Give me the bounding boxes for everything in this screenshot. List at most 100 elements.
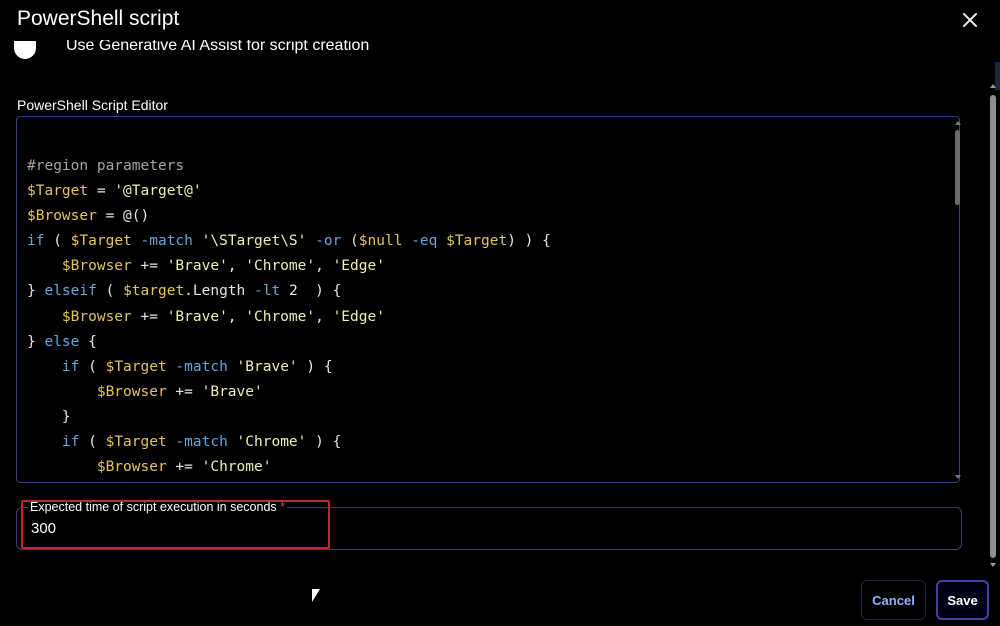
code-token-str: 'Edge': [332, 258, 385, 275]
code-token-var: $Target: [105, 434, 167, 451]
code-token-plain: =: [88, 183, 115, 200]
execution-time-input[interactable]: [31, 520, 311, 537]
code-token-str: 'Brave': [201, 383, 263, 400]
code-token-plain: (: [44, 233, 71, 250]
code-token-plain: ,: [315, 258, 333, 275]
required-mark: *: [280, 500, 286, 514]
editor-label: PowerShell Script Editor: [17, 97, 168, 113]
code-token-kw: if: [61, 358, 80, 375]
code-token-plain: .Length: [184, 283, 246, 300]
code-token-plain: (: [350, 233, 359, 250]
code-token-plain: ,: [227, 308, 246, 325]
code-token-plain: (: [79, 434, 106, 451]
editor-scrollbar-thumb[interactable]: [955, 130, 960, 205]
close-icon: [963, 13, 977, 27]
code-token-str: '\STarget\S': [201, 233, 307, 250]
code-line: $Browser += 'Chrome': [27, 455, 551, 480]
code-line: } else {: [27, 330, 551, 355]
code-token-var: $Target: [27, 183, 89, 200]
code-line: }: [27, 405, 551, 430]
code-line: $Browser += 'Brave', 'Chrome', 'Edge': [27, 305, 551, 330]
mouse-cursor: [312, 589, 320, 602]
code-token-plain: ,: [315, 308, 333, 325]
code-token-var: $Browser: [96, 383, 167, 400]
code-token-var: $Browser: [27, 208, 97, 225]
code-token-plain: +=: [131, 258, 167, 275]
code-token-str: 'Chrome': [245, 258, 316, 275]
code-token-plain: 2 ) {: [288, 283, 342, 300]
editor-scroll-up-arrow[interactable]: [955, 121, 961, 125]
code-token-plain: }: [27, 333, 45, 350]
close-button[interactable]: [958, 8, 982, 32]
code-token-plain: (: [79, 358, 106, 375]
code-token-str: 'Chrome': [236, 434, 307, 451]
code-token-var: $null: [358, 233, 403, 250]
code-token-plain: ) {: [306, 434, 342, 451]
ai-assist-toggle[interactable]: [14, 41, 36, 59]
execution-time-label: Expected time of script execution in sec…: [28, 500, 288, 514]
code-token-kw: if: [61, 434, 80, 451]
code-token-kw: elseif: [44, 283, 97, 300]
code-token-var: $Target: [105, 358, 167, 375]
save-button[interactable]: Save: [936, 580, 989, 620]
code-token-comment: #region parameters: [27, 158, 185, 174]
code-token-kw: else: [44, 333, 80, 350]
code-token-str: 'Brave': [166, 308, 228, 325]
code-block[interactable]: #region parameters $Target = '@Target@' $B…: [27, 154, 551, 480]
code-line: $Browser = @(): [27, 204, 551, 229]
code-token-op: -match: [166, 434, 237, 451]
code-token-var: $Browser: [96, 459, 167, 476]
code-line: if ( $Target -match 'Chrome' ) {: [27, 430, 551, 455]
code-token-str: 'Brave': [166, 258, 228, 275]
code-token-op: -or: [306, 233, 351, 250]
code-token-var: $target: [123, 283, 185, 300]
code-token-var: $Target: [70, 233, 132, 250]
execution-time-label-text: Expected time of script execution in sec…: [30, 500, 277, 514]
code-token-str: 'Edge': [332, 308, 385, 325]
code-line: $Browser += 'Brave', 'Chrome', 'Edge': [27, 254, 551, 279]
code-token-plain: ) {: [297, 358, 333, 375]
code-token-op: -match: [131, 233, 202, 250]
code-token-plain: ) ) {: [507, 233, 551, 250]
ai-assist-toggle-text: Use Generative AI Assist for script crea…: [66, 40, 370, 54]
code-token-plain: {: [79, 333, 97, 350]
code-token-plain: }: [27, 408, 71, 425]
page-scrollbar-thumb[interactable]: [990, 95, 996, 558]
code-line: $Browser += 'Brave': [27, 380, 551, 405]
code-token-plain: }: [27, 283, 45, 300]
dialog-title: PowerShell script: [17, 7, 180, 30]
code-line: } elseif ( $target.Length -lt 2 ) {: [27, 279, 551, 304]
page-scroll-down-arrow[interactable]: [990, 563, 996, 567]
code-token-plain: (: [96, 283, 124, 300]
code-token-var: $Target: [446, 233, 508, 250]
code-line: if ( $Target -match '\STarget\S' -or ($n…: [27, 229, 551, 254]
cancel-button[interactable]: Cancel: [861, 580, 926, 620]
code-token-plain: ,: [227, 258, 246, 275]
code-token-kw: if: [27, 233, 45, 250]
editor-scroll-down-arrow[interactable]: [955, 475, 961, 479]
code-token-plain: = @(): [96, 208, 150, 225]
code-line: #region parameters: [27, 154, 551, 179]
code-token-plain: +=: [131, 308, 167, 325]
code-token-plain: +=: [166, 383, 202, 400]
code-token-plain: +=: [166, 459, 202, 476]
code-line: if ( $Target -match 'Brave' ) {: [27, 355, 551, 380]
code-token-var: $Browser: [61, 308, 132, 325]
code-token-str: 'Chrome': [201, 459, 272, 476]
code-token-op: -eq: [402, 233, 447, 250]
page-scroll-up-arrow[interactable]: [990, 84, 996, 88]
code-token-str: 'Chrome': [245, 308, 316, 325]
code-token-op: -lt: [245, 283, 289, 300]
code-token-str: '@Target@': [114, 183, 202, 200]
code-token-var: $Browser: [61, 258, 132, 275]
code-token-op: -match: [166, 358, 237, 375]
ai-assist-toggle-label: Use Generative AI Assist for script crea…: [66, 40, 369, 56]
code-line: $Target = '@Target@': [27, 179, 551, 204]
script-editor[interactable]: #region parameters $Target = '@Target@' $B…: [16, 116, 960, 483]
